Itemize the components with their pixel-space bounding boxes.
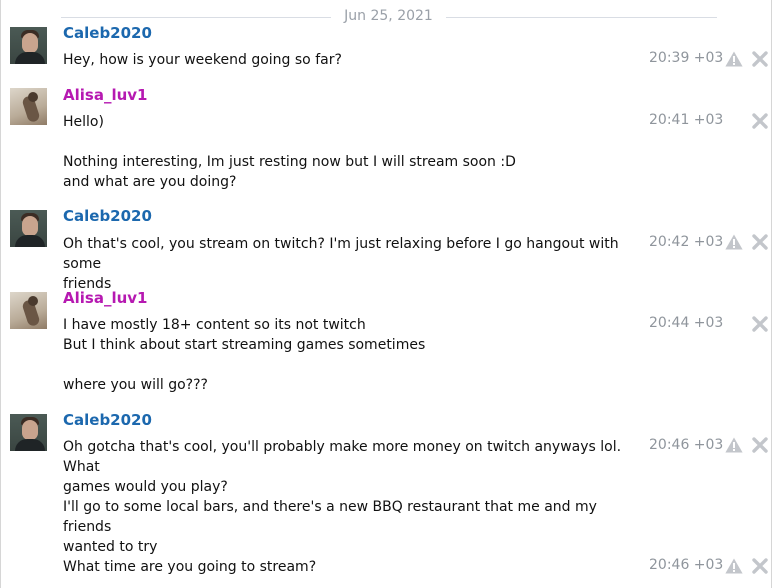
message-text: What time are you going to stream? xyxy=(63,559,317,575)
avatar-caleb[interactable] xyxy=(10,27,47,64)
timestamp: 20:39 +03 xyxy=(649,50,724,66)
avatar-caleb[interactable] xyxy=(10,210,47,247)
message-text: I have mostly 18+ content so its not twi… xyxy=(63,315,638,355)
message-line: wanted to try xyxy=(63,539,158,555)
message-text: Nothing interesting, Im just resting now… xyxy=(63,152,638,192)
timestamp: 20:46 +03 xyxy=(649,557,724,573)
divider-left xyxy=(61,17,331,18)
username[interactable]: Caleb2020 xyxy=(63,24,152,42)
message-line: and what are you doing? xyxy=(63,174,237,190)
username[interactable]: Caleb2020 xyxy=(63,207,152,225)
close-icon[interactable] xyxy=(752,51,768,67)
timestamp: 20:46 +03 xyxy=(649,437,724,453)
warning-icon[interactable] xyxy=(725,558,743,574)
message-text: Hey, how is your weekend going so far? xyxy=(63,52,342,68)
timestamp: 20:42 +03 xyxy=(649,234,724,250)
timestamp: 20:41 +03 xyxy=(649,112,724,128)
username[interactable]: Alisa_luv1 xyxy=(63,86,147,104)
close-icon[interactable] xyxy=(752,234,768,250)
close-icon[interactable] xyxy=(752,437,768,453)
close-icon[interactable] xyxy=(752,316,768,332)
warning-icon[interactable] xyxy=(725,51,743,67)
message-line: I have mostly 18+ content so its not twi… xyxy=(63,317,366,333)
avatar-alisa[interactable] xyxy=(10,292,47,329)
message-line: Oh that's cool, you stream on twitch? I'… xyxy=(63,236,619,272)
message-line: friends xyxy=(63,276,112,292)
timestamp: 20:44 +03 xyxy=(649,315,724,331)
close-icon[interactable] xyxy=(752,113,768,129)
message-line: But I think about start streaming games … xyxy=(63,337,426,353)
message-line: Oh gotcha that's cool, you'll probably m… xyxy=(63,439,622,475)
divider-right xyxy=(446,17,717,18)
username[interactable]: Alisa_luv1 xyxy=(63,289,147,307)
message-text: Hello) xyxy=(63,114,104,130)
message-text: Oh gotcha that's cool, you'll probably m… xyxy=(63,437,638,497)
message-text: I'll go to some local bars, and there's … xyxy=(63,497,638,557)
chat-window: Jun 25, 2021 Caleb2020 Hey, how is your … xyxy=(0,0,772,588)
close-icon[interactable] xyxy=(752,558,768,574)
message-text: Oh that's cool, you stream on twitch? I'… xyxy=(63,234,638,294)
warning-icon[interactable] xyxy=(725,234,743,250)
date-label: Jun 25, 2021 xyxy=(344,8,433,24)
username[interactable]: Caleb2020 xyxy=(63,411,152,429)
avatar-caleb[interactable] xyxy=(10,414,47,451)
message-text: where you will go??? xyxy=(63,377,208,393)
message-line: games would you play? xyxy=(63,479,228,495)
message-line: I'll go to some local bars, and there's … xyxy=(63,499,597,535)
warning-icon[interactable] xyxy=(725,437,743,453)
date-separator: Jun 25, 2021 xyxy=(61,6,717,28)
avatar-alisa[interactable] xyxy=(10,88,47,125)
message-line: Nothing interesting, Im just resting now… xyxy=(63,154,516,170)
